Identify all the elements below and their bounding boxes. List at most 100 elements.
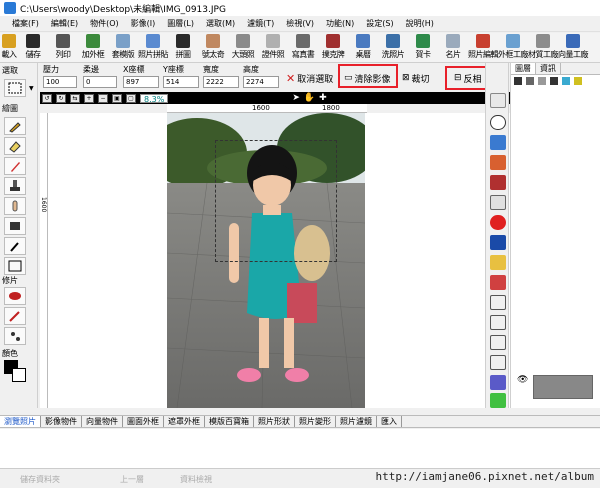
toolbar-button-5[interactable]: 照片拼貼 — [138, 33, 169, 62]
status-up-level[interactable]: 上一層 — [120, 474, 144, 485]
toolbar-button-16[interactable]: 照片編輯 — [468, 33, 499, 62]
layer-link-icon[interactable] — [550, 77, 558, 85]
toolbar-button-8[interactable]: 大頭照 — [228, 33, 258, 62]
stamp-tool-button[interactable] — [4, 177, 26, 195]
browse-area[interactable] — [0, 429, 600, 469]
exif-icon[interactable] — [490, 235, 506, 250]
menu-image[interactable]: 影像(I) — [125, 18, 162, 29]
clone-tool-button[interactable] — [4, 327, 26, 345]
shape-icon[interactable] — [490, 375, 506, 390]
toolbar-button-15[interactable]: 名片 — [438, 33, 468, 62]
sunset-image-icon[interactable] — [490, 155, 506, 170]
shape-tool-button[interactable] — [4, 257, 26, 275]
zoom-in-icon[interactable]: + — [84, 93, 94, 103]
layer-style-icon[interactable] — [574, 77, 582, 85]
pointer-hand-icon[interactable] — [490, 355, 506, 370]
toolbar-button-3[interactable]: 加外框 — [78, 33, 108, 62]
crosshair-icon[interactable]: ✚ — [319, 93, 327, 103]
status-data-view[interactable]: 資料檢視 — [180, 474, 212, 485]
photo-stack-icon[interactable] — [490, 175, 506, 190]
toolbar-button-10[interactable]: 寫真書 — [288, 33, 318, 62]
clock-icon[interactable] — [490, 215, 506, 230]
tab-photo-shape[interactable]: 照片形狀 — [254, 416, 295, 427]
toolbar-button-12[interactable]: 桌曆 — [348, 33, 378, 62]
toolbar-button-1[interactable]: 儲存 — [18, 33, 48, 62]
arrow-cursor-icon[interactable]: ➤ — [292, 93, 300, 103]
toolbar-button-6[interactable]: 拼圖 — [168, 33, 198, 62]
tab-frame[interactable]: 圖面外框 — [123, 416, 164, 427]
height-input[interactable]: 2274 — [243, 76, 279, 88]
speech-bubble-icon[interactable] — [490, 295, 506, 310]
tab-photo-filter[interactable]: 照片濾鏡 — [336, 416, 377, 427]
color-palette-icon[interactable] — [490, 393, 506, 408]
y-coord-input[interactable]: 514 — [163, 76, 199, 88]
menu-edit[interactable]: 編輯(E) — [45, 18, 84, 29]
layer-mask-icon[interactable] — [562, 77, 570, 85]
actual-size-icon[interactable]: ▢ — [126, 93, 136, 103]
layer-icon[interactable] — [514, 77, 522, 85]
cancel-select-button[interactable]: ✕ 取消選取 — [283, 69, 337, 87]
toolbar-button-17[interactable]: 外框工廠 — [498, 33, 529, 62]
menu-function[interactable]: 功能(N) — [320, 18, 360, 29]
tab-image-objects[interactable]: 影像物件 — [41, 416, 82, 427]
rotate-left-icon[interactable]: ↺ — [42, 93, 52, 103]
eraser-tool-button[interactable] — [4, 137, 26, 155]
tab-layers[interactable]: 圖層 — [511, 63, 536, 74]
pencil-tool-button[interactable] — [4, 157, 26, 175]
layer-thumbnail[interactable] — [533, 375, 593, 399]
eye-icon[interactable]: 👁 — [517, 375, 528, 385]
retouch-brush-button[interactable] — [4, 307, 26, 325]
menu-object[interactable]: 物件(O) — [84, 18, 125, 29]
softness-input[interactable]: 0 — [83, 76, 117, 88]
dropper-tool-button[interactable] — [4, 237, 26, 255]
tab-import[interactable]: 匯入 — [377, 416, 402, 427]
zoom-level[interactable]: 8.3% — [140, 93, 169, 104]
tab-template-box[interactable]: 模版百寶箱 — [205, 416, 254, 427]
layer-copy-icon[interactable] — [538, 77, 546, 85]
toolbar-button-13[interactable]: 洗照片 — [378, 33, 408, 62]
tab-photo-distort[interactable]: 照片變形 — [295, 416, 336, 427]
menu-settings[interactable]: 設定(S) — [360, 18, 399, 29]
magnifier-icon[interactable] — [490, 195, 506, 210]
menu-layer[interactable]: 圖層(L) — [161, 18, 200, 29]
cake-icon[interactable] — [490, 255, 506, 270]
dropdown-arrow-icon[interactable]: ▼ — [29, 85, 34, 92]
rotate-right-icon[interactable]: ↻ — [56, 93, 66, 103]
tab-info[interactable]: 資訊 — [536, 63, 561, 74]
tab-browse-photos[interactable]: 瀏覽照片 — [0, 416, 41, 427]
tab-mask-frame[interactable]: 遮罩外框 — [164, 416, 205, 427]
menu-filter[interactable]: 濾鏡(T) — [241, 18, 280, 29]
hand-icon[interactable]: ✋ — [304, 93, 315, 103]
toolbar-button-19[interactable]: 向量工廠 — [558, 33, 589, 62]
menu-help[interactable]: 說明(H) — [400, 18, 440, 29]
grid-icon[interactable] — [490, 93, 506, 108]
menu-view[interactable]: 檢視(V) — [280, 18, 320, 29]
width-input[interactable]: 2222 — [203, 76, 239, 88]
toolbar-button-2[interactable]: 列印 — [48, 33, 78, 62]
pressure-input[interactable]: 100 — [43, 76, 77, 88]
arrow-right-icon[interactable] — [490, 315, 506, 330]
calendar-icon[interactable] — [490, 275, 506, 290]
status-save-folder[interactable]: 儲存資料夾 — [20, 474, 60, 485]
flip-icon[interactable]: ⇆ — [70, 93, 80, 103]
fill-tool-button[interactable] — [4, 217, 26, 235]
toolbar-button-11[interactable]: 撲克牌 — [318, 33, 348, 62]
double-arrow-icon[interactable] — [490, 335, 506, 350]
sky-image-icon[interactable] — [490, 135, 506, 150]
selection-marquee[interactable] — [215, 140, 337, 262]
menu-file[interactable]: 檔案(F) — [6, 18, 45, 29]
toolbar-button-9[interactable]: 證件照 — [258, 33, 288, 62]
toolbar-button-4[interactable]: 套模版 — [108, 33, 138, 62]
text-abc-icon[interactable] — [490, 115, 506, 130]
zoom-out-icon[interactable]: − — [98, 93, 108, 103]
trash-icon[interactable] — [526, 77, 534, 85]
red-eye-tool-button[interactable] — [4, 287, 26, 305]
select-tool-button[interactable] — [4, 79, 26, 97]
fit-icon[interactable]: ▣ — [112, 93, 122, 103]
tab-vector-objects[interactable]: 向量物件 — [82, 416, 123, 427]
brush-tool-button[interactable] — [4, 117, 26, 135]
x-coord-input[interactable]: 897 — [123, 76, 159, 88]
smudge-tool-button[interactable] — [4, 197, 26, 215]
menu-select[interactable]: 選取(M) — [200, 18, 241, 29]
background-color-swatch[interactable] — [12, 368, 26, 382]
